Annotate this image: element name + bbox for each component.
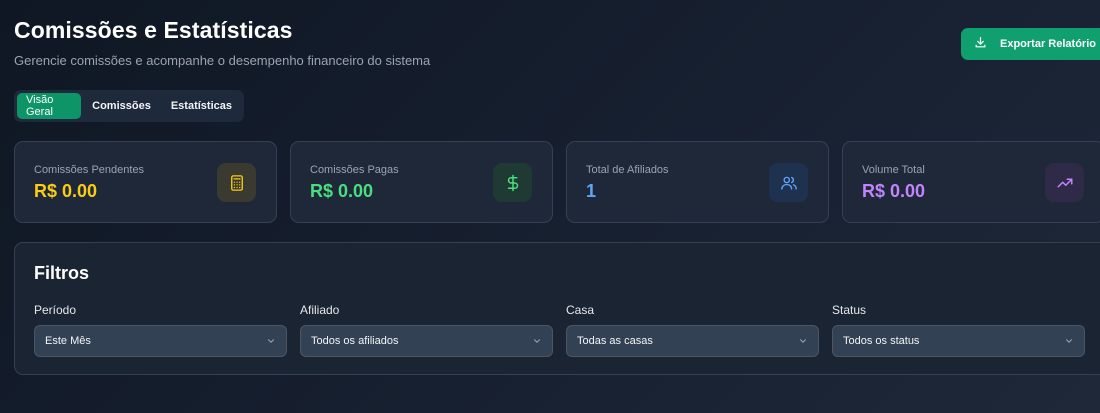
filter-period: Período Este Mês <box>34 303 287 357</box>
stat-value: 1 <box>586 181 597 201</box>
calculator-icon <box>217 163 256 202</box>
status-select[interactable]: Todos os status <box>832 325 1085 357</box>
stat-value: R$ 0.00 <box>862 181 926 201</box>
filters-panel: Filtros Período Este Mês Afiliado Todos … <box>14 242 1100 375</box>
select-value: Todos os afiliados <box>311 335 399 347</box>
stat-card-volume: Volume Total R$ 0.00 <box>842 141 1100 223</box>
export-report-button[interactable]: Exportar Relatório <box>961 28 1100 60</box>
stat-label: Comissões Pendentes <box>34 164 145 176</box>
stat-card-pending: Comissões Pendentes R$ 0.00 <box>14 141 277 223</box>
page-subtitle: Gerencie comissões e acompanhe o desempe… <box>14 53 431 68</box>
page-header: Comissões e Estatísticas Gerencie comiss… <box>14 17 430 68</box>
download-icon <box>974 36 987 52</box>
filters-title: Filtros <box>34 263 90 283</box>
select-value: Todos os status <box>843 335 920 347</box>
stat-card-paid: Comissões Pagas R$ 0.00 <box>290 141 553 223</box>
tab-overview[interactable]: Visão Geral <box>17 93 82 119</box>
filter-label: Período <box>34 303 77 317</box>
filter-label: Casa <box>566 303 595 317</box>
select-value: Todas as casas <box>577 335 653 347</box>
view-tabs: Visão Geral Comissões Estatísticas <box>14 90 244 122</box>
period-select[interactable]: Este Mês <box>34 325 287 357</box>
stat-label: Total de Afiliados <box>586 164 669 176</box>
tab-statistics[interactable]: Estatísticas <box>162 93 241 119</box>
select-value: Este Mês <box>45 335 91 347</box>
chevron-down-icon <box>533 339 541 343</box>
stat-value: R$ 0.00 <box>34 181 98 201</box>
filter-status: Status Todos os status <box>832 303 1085 357</box>
chevron-down-icon <box>1065 339 1073 343</box>
chevron-down-icon <box>799 339 807 343</box>
trending-up-icon <box>1045 163 1084 202</box>
affiliate-select[interactable]: Todos os afiliados <box>300 325 553 357</box>
page-title: Comissões e Estatísticas <box>14 17 293 43</box>
stat-card-affiliates: Total de Afiliados 1 <box>566 141 829 223</box>
export-report-label: Exportar Relatório <box>1000 38 1096 50</box>
stat-value: R$ 0.00 <box>310 181 374 201</box>
stat-label: Comissões Pagas <box>310 164 399 176</box>
users-icon <box>769 163 808 202</box>
filter-label: Afiliado <box>300 303 340 317</box>
stat-label: Volume Total <box>862 164 925 176</box>
filter-affiliate: Afiliado Todos os afiliados <box>300 303 553 357</box>
filter-label: Status <box>832 303 867 317</box>
chevron-down-icon <box>267 339 275 343</box>
filter-house: Casa Todas as casas <box>566 303 819 357</box>
house-select[interactable]: Todas as casas <box>566 325 819 357</box>
dollar-icon <box>493 163 532 202</box>
tab-commissions[interactable]: Comissões <box>83 93 160 119</box>
